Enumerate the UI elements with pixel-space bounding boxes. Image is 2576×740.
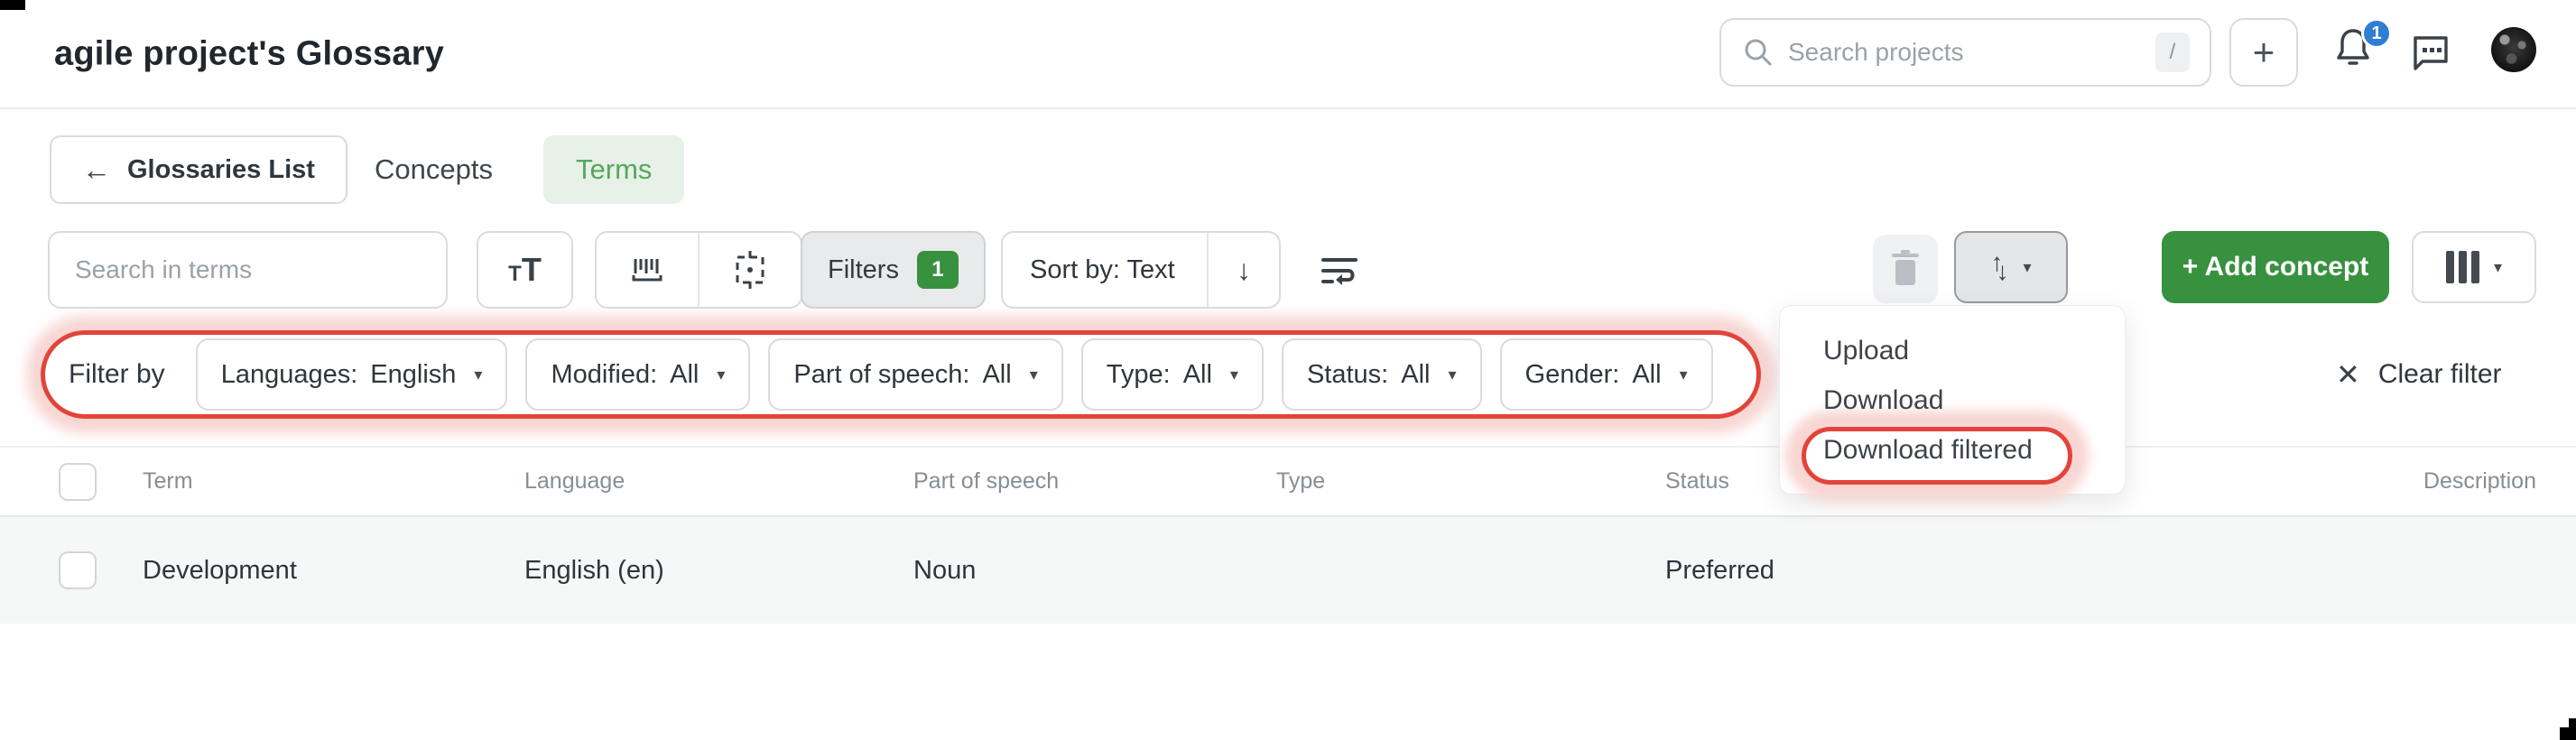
- menu-item-download[interactable]: Download: [1780, 375, 2125, 425]
- filter-modified[interactable]: Modified: All ▾: [525, 338, 751, 411]
- create-new-button[interactable]: +: [2229, 18, 2298, 87]
- tab-concepts[interactable]: Concepts: [375, 135, 493, 204]
- filter-status[interactable]: Status: All ▾: [1281, 338, 1482, 411]
- screenshot-corner-mark: [0, 0, 25, 10]
- trash-icon: [1887, 249, 1923, 289]
- close-icon: ✕: [2336, 358, 2360, 391]
- filter-bar-annotation: Filter by Languages: English ▾ Modified:…: [41, 330, 1761, 419]
- chevron-down-icon: ▾: [1229, 365, 1238, 384]
- clear-filter-label: Clear filter: [2377, 359, 2502, 389]
- back-to-glossaries-button[interactable]: ← Glossaries List: [50, 135, 347, 204]
- filter-gender[interactable]: Gender: All ▾: [1499, 338, 1713, 411]
- notifications-button[interactable]: 1: [2332, 18, 2392, 83]
- wrap-text-button[interactable]: [1311, 242, 1368, 300]
- screenshot-corner-mark: [2569, 718, 2576, 729]
- search-projects-field[interactable]: /: [1719, 18, 2211, 87]
- arrow-down-icon: ↓: [1237, 253, 1251, 286]
- delete-button[interactable]: [1873, 235, 1938, 303]
- cell-language: English (en): [524, 555, 664, 585]
- column-header-language: Language: [524, 468, 625, 494]
- chevron-down-icon: ▾: [717, 365, 726, 384]
- page-title: agile project's Glossary: [54, 34, 445, 72]
- user-avatar[interactable]: [2491, 27, 2536, 72]
- chevron-down-icon: ▾: [474, 365, 483, 384]
- barcode-icon: [627, 250, 667, 290]
- filter-value: All: [1632, 359, 1662, 389]
- frame-icon: [729, 249, 771, 291]
- filters-button[interactable]: Filters 1: [801, 231, 986, 309]
- sort-button-label: Sort by: Text: [1030, 254, 1175, 284]
- chevron-down-icon: ▾: [1029, 365, 1038, 384]
- menu-item-upload[interactable]: Upload: [1780, 326, 2125, 375]
- chevron-down-icon: ▾: [2493, 257, 2503, 276]
- columns-icon: [2445, 251, 2479, 283]
- back-arrow-icon: ←: [82, 153, 111, 186]
- feedback-button[interactable]: [2408, 31, 2451, 74]
- tab-terms[interactable]: Terms: [543, 135, 685, 204]
- notification-count-badge: 1: [2361, 18, 2392, 49]
- filter-by-label: Filter by: [69, 359, 165, 389]
- sort-direction-button[interactable]: ↓: [1207, 233, 1279, 307]
- column-header-part-of-speech: Part of speech: [913, 468, 1060, 494]
- filter-value: English: [370, 359, 457, 389]
- filter-part-of-speech[interactable]: Part of speech: All ▾: [768, 338, 1063, 411]
- filter-label: Part of speech:: [793, 359, 970, 389]
- text-case-button[interactable]: TT: [477, 231, 573, 309]
- menu-item-download-filtered[interactable]: Download filtered: [1780, 425, 2125, 475]
- cell-part-of-speech: Noun: [913, 555, 977, 585]
- filters-button-label: Filters: [828, 254, 899, 284]
- search-shortcut-key: /: [2155, 32, 2190, 72]
- chat-icon: [2408, 31, 2451, 74]
- filter-value: All: [1182, 359, 1212, 389]
- sort-arrows-icon: ↑↓: [1990, 248, 2009, 285]
- app-header: agile project's Glossary / + 1: [0, 0, 2576, 109]
- row-checkbox[interactable]: [59, 551, 97, 589]
- filter-label: Status:: [1306, 359, 1389, 389]
- table-row[interactable]: Development English (en) Noun Preferred: [0, 517, 2576, 624]
- chevron-down-icon: ▾: [1448, 365, 1457, 384]
- terms-table: Term Language Part of speech Type Status…: [0, 446, 2576, 624]
- clear-filter-button[interactable]: ✕ Clear filter: [2336, 347, 2502, 402]
- upload-download-menu-button[interactable]: ↑↓ ▾: [1954, 231, 2068, 303]
- filter-label: Modified:: [551, 359, 658, 389]
- view-options-group: [595, 231, 802, 309]
- table-header-row: Term Language Part of speech Type Status…: [0, 446, 2576, 517]
- column-header-term: Term: [143, 468, 193, 494]
- filter-type[interactable]: Type: All ▾: [1080, 338, 1264, 411]
- filter-label: Languages:: [220, 359, 358, 389]
- search-terms-field[interactable]: [48, 231, 448, 309]
- cell-term: Development: [143, 555, 297, 585]
- cell-status: Preferred: [1665, 555, 1774, 585]
- back-button-label: Glossaries List: [127, 154, 315, 184]
- wrap-text-icon: [1318, 251, 1361, 291]
- chevron-down-icon: ▾: [1679, 365, 1688, 384]
- columns-button[interactable]: ▾: [2412, 231, 2536, 303]
- glossary-page: agile project's Glossary / + 1 ← Glossar…: [0, 0, 2576, 740]
- search-icon: [1743, 37, 1774, 68]
- column-header-type: Type: [1276, 468, 1326, 494]
- filter-label: Type:: [1106, 359, 1171, 389]
- add-concept-button[interactable]: + Add concept: [2162, 231, 2389, 303]
- upload-download-menu: Upload Download Download filtered: [1779, 305, 2126, 495]
- search-projects-input[interactable]: [1788, 38, 2155, 67]
- text-case-icon: TT: [508, 251, 542, 288]
- search-terms-input[interactable]: [50, 255, 446, 284]
- filter-languages[interactable]: Languages: English ▾: [195, 338, 508, 411]
- filter-value: All: [670, 359, 700, 389]
- filter-value: All: [982, 359, 1012, 389]
- filter-label: Gender:: [1524, 359, 1620, 389]
- chevron-down-icon: ▾: [2023, 257, 2032, 276]
- screenshot-corner-mark: [2560, 727, 2576, 740]
- barcode-view-button[interactable]: [597, 233, 698, 307]
- filter-value: All: [1401, 359, 1431, 389]
- segment-frame-button[interactable]: [698, 233, 801, 307]
- select-all-checkbox[interactable]: [59, 462, 97, 501]
- column-header-description: Description: [2423, 468, 2536, 494]
- filters-count-badge: 1: [916, 251, 959, 289]
- sort-button[interactable]: Sort by: Text ↓: [1001, 231, 1281, 309]
